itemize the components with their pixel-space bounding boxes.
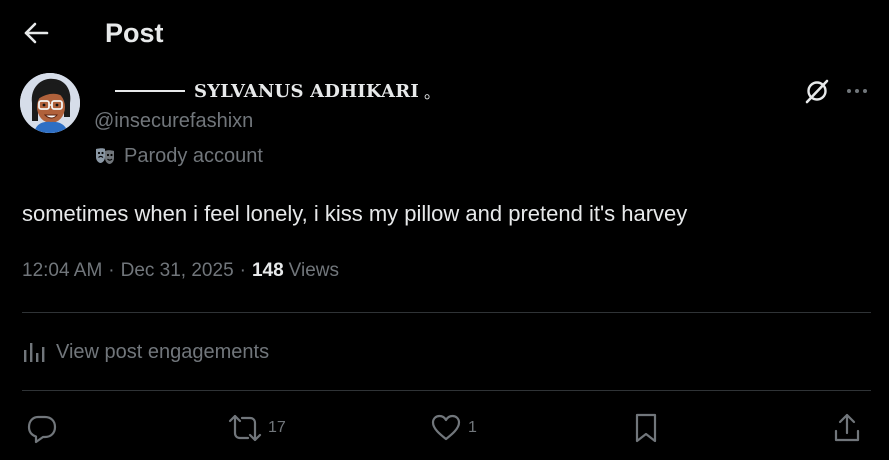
divider [22, 312, 871, 313]
share-icon [834, 413, 860, 442]
post-text: sometimes when i feel lonely, i kiss my … [22, 201, 688, 226]
analytics-bars-icon [24, 343, 45, 362]
view-engagements-link[interactable]: View post engagements [22, 339, 269, 365]
views-count: 148 [251, 260, 284, 281]
bookmark-icon [635, 413, 657, 443]
grok-button[interactable] [800, 74, 834, 108]
display-name-suffix: 。 [423, 83, 440, 102]
like-count: 1 [468, 419, 477, 436]
views-label: Views [288, 260, 340, 281]
post-date[interactable]: Dec 31, 2025 [121, 259, 234, 283]
more-dots-icon [847, 89, 867, 93]
parody-mask-icon [96, 148, 114, 164]
display-name-text: SYLVANUS ADHIKARI [194, 80, 419, 102]
author-handle[interactable]: @insecurefashixn [94, 109, 253, 133]
back-button[interactable] [14, 14, 58, 52]
parody-label-text: Parody account [124, 145, 263, 167]
repost-button[interactable]: 17 [228, 410, 286, 446]
repost-count: 17 [268, 419, 286, 436]
repost-icon [228, 414, 262, 442]
heart-icon [431, 414, 461, 441]
meta-separator: · [239, 260, 246, 281]
share-button[interactable] [832, 410, 868, 446]
name-dash-decoration [115, 90, 185, 92]
meta-separator: · [108, 260, 115, 281]
page-title: Post [105, 18, 164, 48]
parody-label: Parody account [94, 144, 263, 168]
author-display-name[interactable]: SYLVANUS ADHIKARI 。 [115, 79, 440, 103]
reply-icon [27, 415, 57, 444]
divider [22, 390, 871, 391]
avatar[interactable] [20, 73, 80, 133]
bookmark-button[interactable] [632, 410, 666, 446]
more-options-button[interactable] [840, 74, 874, 108]
like-button[interactable]: 1 [430, 410, 477, 446]
post-meta: 12:04 AM · Dec 31, 2025 · 148 Views [22, 259, 339, 283]
grok-icon [805, 79, 829, 104]
arrow-left-icon [24, 22, 49, 44]
post-time[interactable]: 12:04 AM [22, 259, 102, 283]
view-engagements-label: View post engagements [56, 341, 270, 363]
reply-button[interactable] [26, 410, 64, 446]
avatar-illustration [20, 73, 80, 133]
